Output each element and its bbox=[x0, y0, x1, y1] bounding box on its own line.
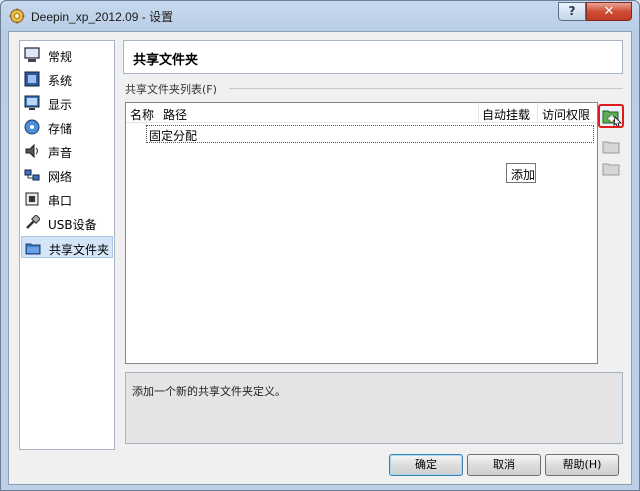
monitor-general-icon bbox=[24, 47, 40, 62]
ok-button[interactable]: 确定 bbox=[389, 454, 463, 476]
sidebar-item-label: 存储 bbox=[48, 122, 73, 136]
edit-folder-icon bbox=[602, 141, 620, 154]
description-text: 添加一个新的共享文件夹定义。 bbox=[132, 385, 286, 398]
tree-row-label: 固定分配 bbox=[149, 129, 198, 143]
sidebar-item-label: 声音 bbox=[48, 146, 73, 160]
title-bar[interactable]: Deepin_xp_2012.09 - 设置 ? ✕ bbox=[1, 1, 639, 31]
remove-folder-icon bbox=[602, 163, 620, 176]
remove-shared-folder-button[interactable] bbox=[601, 158, 621, 178]
settings-content: 共享文件夹 共享文件夹列表(F) 名称 路径 自动挂载 访问权限 固定分配 添加… bbox=[123, 40, 624, 450]
sidebar-item-usb[interactable]: USB设备 bbox=[21, 212, 113, 234]
sidebar-item-label: 常规 bbox=[48, 50, 73, 64]
sidebar-item-label: USB设备 bbox=[48, 218, 97, 232]
folder-icon bbox=[25, 243, 41, 255]
folder-toolbar bbox=[598, 102, 624, 212]
serial-port-icon bbox=[25, 192, 39, 206]
sidebar-item-label: 显示 bbox=[48, 98, 73, 112]
sidebar-item-network[interactable]: 网络 bbox=[21, 164, 113, 186]
help-title-button[interactable]: ? bbox=[558, 2, 586, 21]
column-divider bbox=[478, 103, 479, 123]
column-automount[interactable]: 自动挂载 bbox=[482, 106, 530, 123]
sidebar-item-shared-folders[interactable]: 共享文件夹 bbox=[21, 236, 113, 258]
sidebar-item-label: 网络 bbox=[48, 170, 73, 184]
sidebar-item-general[interactable]: 常规 bbox=[21, 44, 113, 66]
sidebar-item-serial[interactable]: 串口 bbox=[21, 188, 113, 210]
add-tooltip: 添加 bbox=[506, 163, 536, 183]
usb-icon bbox=[26, 215, 40, 229]
column-name[interactable]: 名称 bbox=[130, 106, 154, 123]
column-access[interactable]: 访问权限 bbox=[542, 106, 590, 123]
dialog-client: 常规 系统 显示 存储 声音 网络 串口 USB设备 共享文件夹 共享文件夹 共… bbox=[8, 31, 632, 485]
gear-icon bbox=[9, 8, 25, 24]
cancel-button[interactable]: 取消 bbox=[467, 454, 541, 476]
sidebar-item-system[interactable]: 系统 bbox=[21, 68, 113, 90]
column-divider bbox=[537, 103, 538, 123]
tree-row[interactable]: 固定分配 bbox=[146, 125, 594, 143]
disk-storage-icon bbox=[24, 119, 40, 135]
settings-sidebar: 常规 系统 显示 存储 声音 网络 串口 USB设备 共享文件夹 bbox=[19, 40, 115, 450]
sidebar-item-storage[interactable]: 存储 bbox=[21, 116, 113, 138]
sidebar-item-display[interactable]: 显示 bbox=[21, 92, 113, 114]
add-folder-icon bbox=[602, 110, 622, 127]
sidebar-item-label: 系统 bbox=[48, 74, 73, 88]
sidebar-item-audio[interactable]: 声音 bbox=[21, 140, 113, 162]
settings-window: Deepin_xp_2012.09 - 设置 ? ✕ 常规 系统 显示 存储 声… bbox=[0, 0, 640, 491]
help-button[interactable]: 帮助(H) bbox=[545, 454, 619, 476]
chip-system-icon bbox=[24, 71, 40, 87]
edit-shared-folder-button[interactable] bbox=[601, 136, 621, 156]
network-icon bbox=[24, 169, 40, 181]
tree-header: 名称 路径 自动挂载 访问权限 bbox=[126, 103, 597, 123]
add-shared-folder-button[interactable] bbox=[598, 104, 624, 128]
sidebar-item-label: 共享文件夹 bbox=[49, 243, 110, 257]
page-header: 共享文件夹 bbox=[123, 40, 623, 74]
shared-folder-tree[interactable]: 名称 路径 自动挂载 访问权限 固定分配 bbox=[125, 102, 598, 364]
group-divider bbox=[229, 88, 623, 89]
display-icon bbox=[24, 95, 40, 110]
shared-folder-list-label: 共享文件夹列表(F) bbox=[125, 83, 217, 96]
sidebar-item-label: 串口 bbox=[48, 194, 73, 208]
close-button[interactable]: ✕ bbox=[586, 2, 632, 21]
description-panel: 添加一个新的共享文件夹定义。 bbox=[125, 372, 623, 444]
speaker-icon bbox=[25, 143, 38, 159]
window-title: Deepin_xp_2012.09 - 设置 bbox=[31, 10, 174, 24]
page-title: 共享文件夹 bbox=[133, 53, 199, 68]
column-path[interactable]: 路径 bbox=[163, 106, 187, 123]
